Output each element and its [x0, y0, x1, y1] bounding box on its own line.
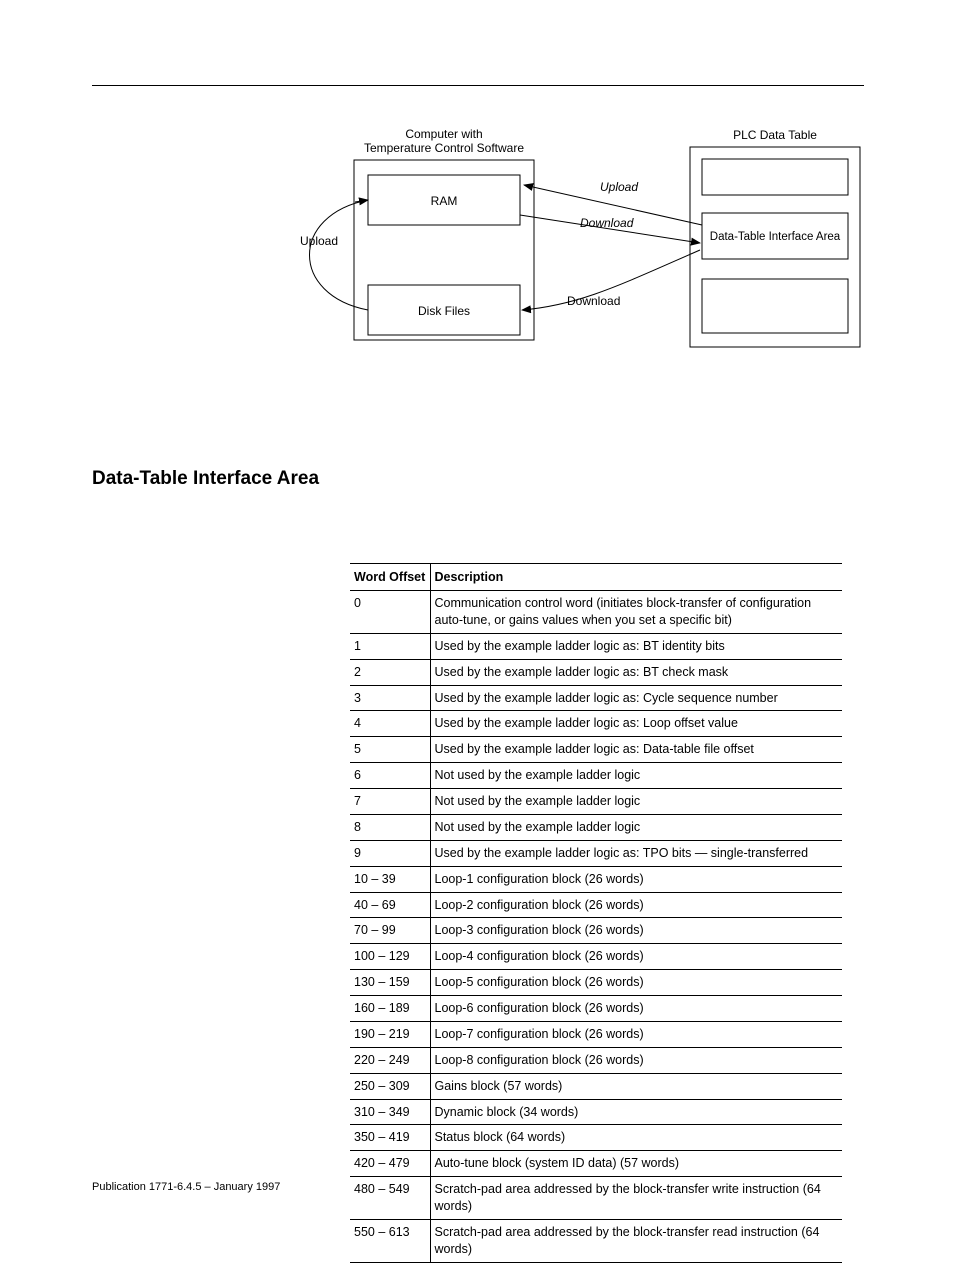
cell-desc: Used by the example ladder logic as: TPO… [430, 840, 842, 866]
cell-desc: Dynamic block (34 words) [430, 1099, 842, 1125]
cell-desc: Auto-tune block (system ID data) (57 wor… [430, 1151, 842, 1177]
computer-title-l1: Computer with [405, 127, 482, 141]
table-row: 250 – 309Gains block (57 words) [350, 1073, 842, 1099]
cell-offset: 0 [350, 591, 430, 634]
table-row: 70 – 99Loop-3 configuration block (26 wo… [350, 918, 842, 944]
table-row: 160 – 189Loop-6 configuration block (26 … [350, 996, 842, 1022]
table-row: 350 – 419Status block (64 words) [350, 1125, 842, 1151]
table-row: 40 – 69Loop-2 configuration block (26 wo… [350, 892, 842, 918]
cell-offset: 8 [350, 814, 430, 840]
table-row: 190 – 219Loop-7 configuration block (26 … [350, 1021, 842, 1047]
cell-offset: 3 [350, 685, 430, 711]
cell-offset: 10 – 39 [350, 866, 430, 892]
cell-desc: Used by the example ladder logic as: Cyc… [430, 685, 842, 711]
section-heading: Data-Table Interface Area [92, 468, 319, 490]
header-rule [92, 85, 864, 86]
cell-desc: Used by the example ladder logic as: Dat… [430, 737, 842, 763]
cell-offset: 130 – 159 [350, 970, 430, 996]
interface-area-label: Data-Table Interface Area [710, 231, 841, 243]
cell-offset: 4 [350, 711, 430, 737]
cell-offset: 70 – 99 [350, 918, 430, 944]
cell-offset: 6 [350, 763, 430, 789]
cell-offset: 100 – 129 [350, 944, 430, 970]
cell-desc: Loop-6 configuration block (26 words) [430, 996, 842, 1022]
ram-label: RAM [431, 194, 458, 208]
cell-desc: Loop-4 configuration block (26 words) [430, 944, 842, 970]
cell-offset: 1 [350, 633, 430, 659]
cell-offset: 420 – 479 [350, 1151, 430, 1177]
col-header-desc: Description [430, 564, 842, 591]
table-row: 130 – 159Loop-5 configuration block (26 … [350, 970, 842, 996]
upload-loop-label: Upload [300, 234, 338, 248]
disk-files-label: Disk Files [418, 304, 470, 318]
table-row: 1Used by the example ladder logic as: BT… [350, 633, 842, 659]
cell-offset: 350 – 419 [350, 1125, 430, 1151]
table-row: 100 – 129Loop-4 configuration block (26 … [350, 944, 842, 970]
table-row: 6Not used by the example ladder logic [350, 763, 842, 789]
cell-offset: 250 – 309 [350, 1073, 430, 1099]
cell-offset: 480 – 549 [350, 1177, 430, 1220]
table-row: 550 – 613Scratch-pad area addressed by t… [350, 1219, 842, 1262]
download-arc-label: Download [567, 294, 620, 308]
cell-desc: Scratch-pad area addressed by the block-… [430, 1219, 842, 1262]
cell-offset: 7 [350, 789, 430, 815]
cell-desc: Loop-8 configuration block (26 words) [430, 1047, 842, 1073]
table-row: 480 – 549Scratch-pad area addressed by t… [350, 1177, 842, 1220]
cell-desc: Used by the example ladder logic as: BT … [430, 633, 842, 659]
table-row: 3Used by the example ladder logic as: Cy… [350, 685, 842, 711]
cell-desc: Loop-3 configuration block (26 words) [430, 918, 842, 944]
cell-desc: Communication control word (initiates bl… [430, 591, 842, 634]
cell-desc: Not used by the example ladder logic [430, 763, 842, 789]
data-table-interface-table: Word Offset Description 0Communication c… [350, 563, 842, 1263]
cell-desc: Scratch-pad area addressed by the block-… [430, 1177, 842, 1220]
cell-offset: 2 [350, 659, 430, 685]
cell-desc: Used by the example ladder logic as: Loo… [430, 711, 842, 737]
cell-desc: Used by the example ladder logic as: BT … [430, 659, 842, 685]
cell-desc: Loop-2 configuration block (26 words) [430, 892, 842, 918]
cell-offset: 310 – 349 [350, 1099, 430, 1125]
cell-offset: 40 – 69 [350, 892, 430, 918]
upload-arrow-label: Upload [600, 180, 638, 194]
table-row: 2Used by the example ladder logic as: BT… [350, 659, 842, 685]
publication-footer: Publication 1771-6.4.5 – January 1997 [92, 1181, 280, 1193]
table-row: 8Not used by the example ladder logic [350, 814, 842, 840]
cell-desc: Loop-5 configuration block (26 words) [430, 970, 842, 996]
cell-offset: 160 – 189 [350, 996, 430, 1022]
table-row: 0Communication control word (initiates b… [350, 591, 842, 634]
cell-desc: Status block (64 words) [430, 1125, 842, 1151]
cell-offset: 190 – 219 [350, 1021, 430, 1047]
download-arrow-label: Download [580, 216, 634, 230]
table-row: 5Used by the example ladder logic as: Da… [350, 737, 842, 763]
system-diagram: Computer with Temperature Control Softwa… [260, 125, 870, 355]
computer-title-l2: Temperature Control Software [364, 141, 524, 155]
table-row: 7Not used by the example ladder logic [350, 789, 842, 815]
table-row: 4Used by the example ladder logic as: Lo… [350, 711, 842, 737]
table-row: 10 – 39Loop-1 configuration block (26 wo… [350, 866, 842, 892]
cell-offset: 9 [350, 840, 430, 866]
cell-desc: Loop-1 configuration block (26 words) [430, 866, 842, 892]
plc-title: PLC Data Table [733, 128, 817, 142]
cell-offset: 5 [350, 737, 430, 763]
table-row: 9Used by the example ladder logic as: TP… [350, 840, 842, 866]
cell-desc: Not used by the example ladder logic [430, 789, 842, 815]
col-header-offset: Word Offset [350, 564, 430, 591]
cell-offset: 550 – 613 [350, 1219, 430, 1262]
cell-offset: 220 – 249 [350, 1047, 430, 1073]
table-row: 420 – 479Auto-tune block (system ID data… [350, 1151, 842, 1177]
cell-desc: Loop-7 configuration block (26 words) [430, 1021, 842, 1047]
table-row: 220 – 249Loop-8 configuration block (26 … [350, 1047, 842, 1073]
cell-desc: Not used by the example ladder logic [430, 814, 842, 840]
cell-desc: Gains block (57 words) [430, 1073, 842, 1099]
table-row: 310 – 349Dynamic block (34 words) [350, 1099, 842, 1125]
